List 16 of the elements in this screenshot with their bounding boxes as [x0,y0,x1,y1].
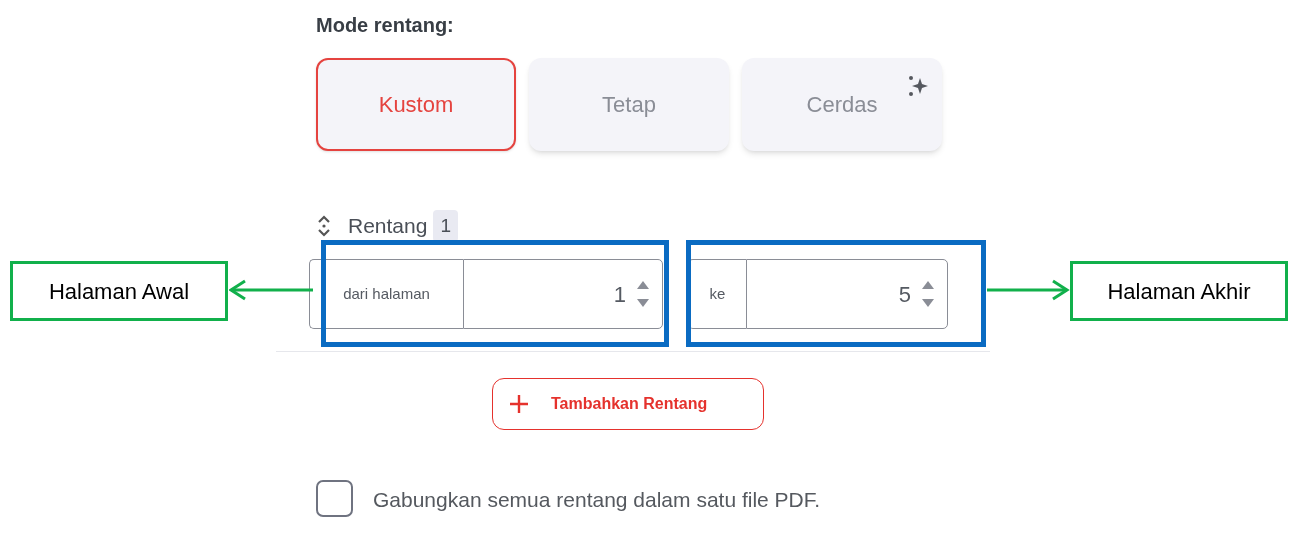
callout-label: Halaman Awal [10,261,228,321]
range-title: Rentang [348,213,428,240]
number-field[interactable]: 1 [463,259,663,329]
expand-collapse-icon[interactable] [317,215,331,237]
range-count: 1 [433,209,458,243]
mode-tab[interactable]: Tetap [529,58,729,151]
section-heading: Mode rentang: [316,13,455,38]
mode-tab[interactable]: Cerdas [742,58,942,151]
sparkle-icon [906,74,930,98]
checkbox[interactable] [316,480,353,517]
mode-tab[interactable]: Kustom [316,58,516,151]
plus-icon [509,394,529,414]
callout-label: Halaman Akhir [1070,261,1288,321]
add-range-button[interactable]: Tambahkan Rentang [492,378,764,430]
checkbox-label: Gabungkan semua rentang dalam satu file PDF. [373,487,822,513]
number-field[interactable]: 5 [746,259,948,329]
